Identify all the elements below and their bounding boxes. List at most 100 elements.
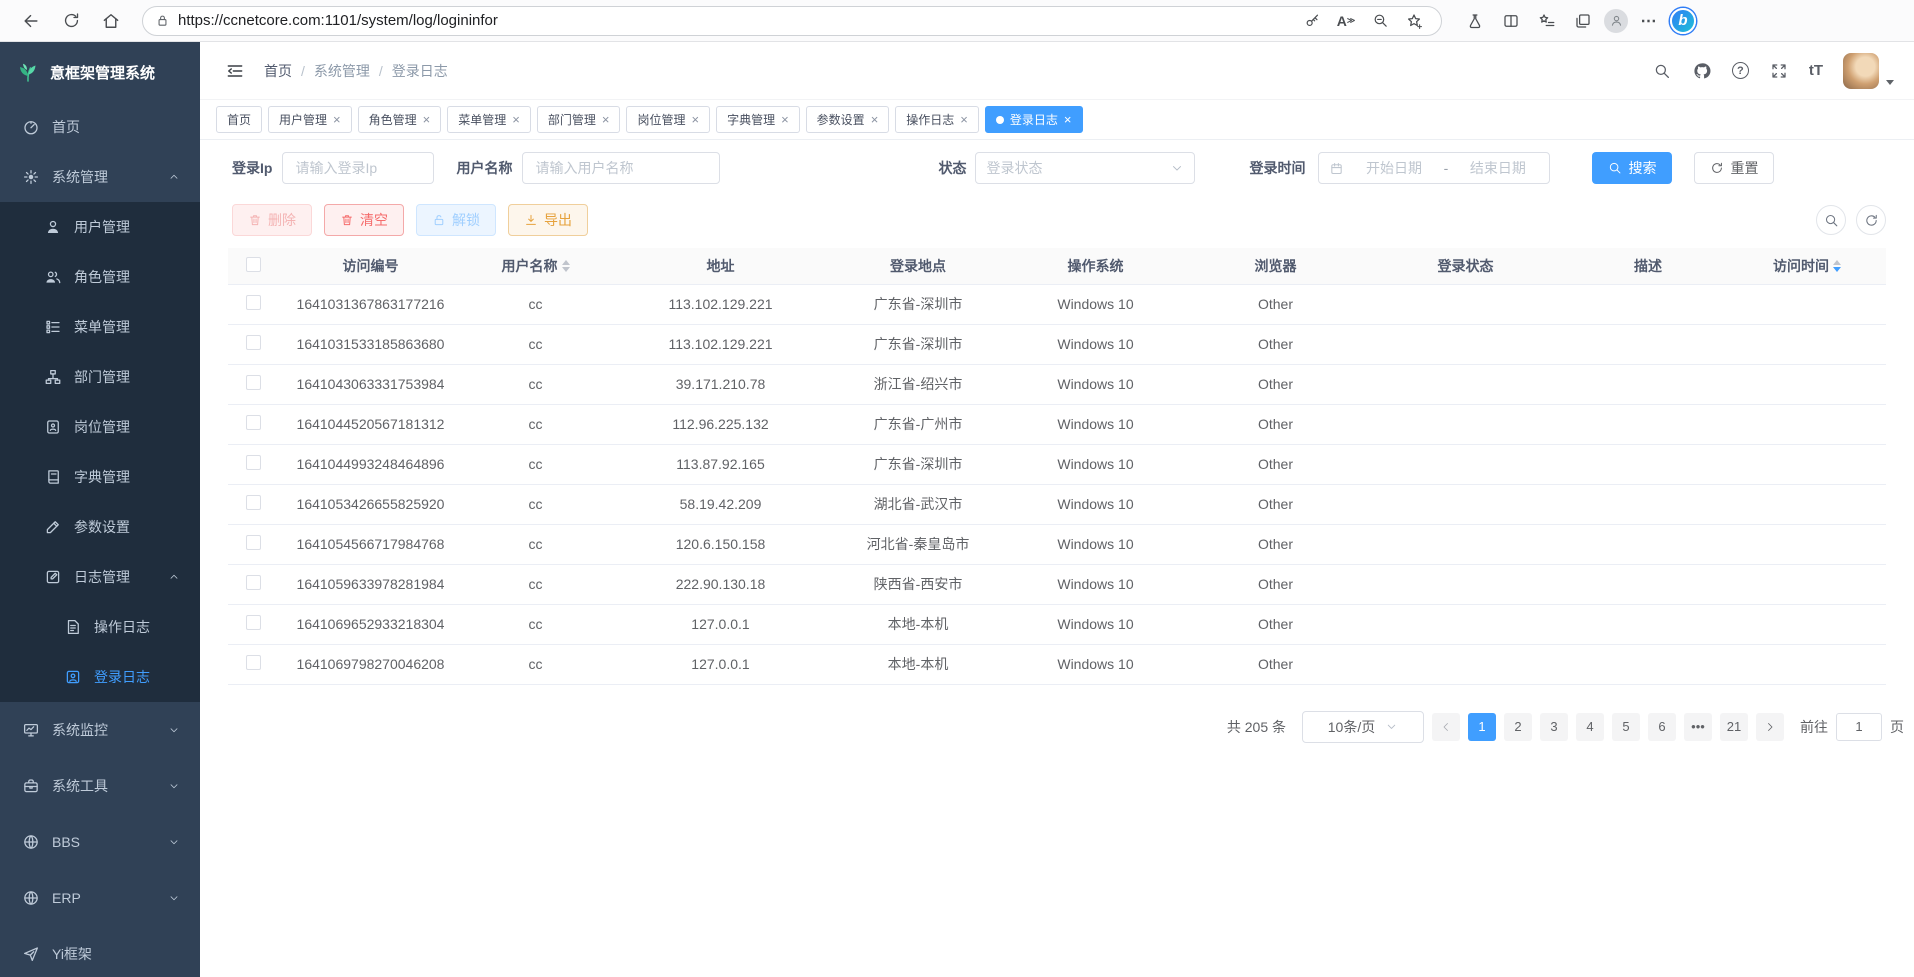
table-row[interactable]: 1641044520567181312cc112.96.225.132广东省-广…	[228, 404, 1886, 444]
row-checkbox[interactable]	[246, 335, 261, 350]
tab-参数设置[interactable]: 参数设置×	[806, 106, 890, 133]
row-checkbox[interactable]	[246, 295, 261, 310]
table-row[interactable]: 1641043063331753984cc39.171.210.78浙江省-绍兴…	[228, 364, 1886, 404]
sidebar-item-字典管理[interactable]: 字典管理	[0, 452, 200, 502]
prev-page-button[interactable]	[1432, 713, 1460, 741]
goto-page-input[interactable]	[1836, 713, 1882, 741]
tab-字典管理[interactable]: 字典管理×	[716, 106, 800, 133]
page-button-3[interactable]: 3	[1540, 713, 1568, 741]
favorites-bar-icon[interactable]	[1532, 6, 1562, 36]
导出-button[interactable]: 导出	[508, 204, 588, 236]
browser-back-icon[interactable]	[14, 6, 48, 36]
font-size-icon[interactable]: tT	[1809, 62, 1823, 79]
tab-首页[interactable]: 首页	[216, 106, 262, 133]
page-button-6[interactable]: 6	[1648, 713, 1676, 741]
sidebar-item-角色管理[interactable]: 角色管理	[0, 252, 200, 302]
table-row[interactable]: 1641031533185863680cc113.102.129.221广东省-…	[228, 324, 1886, 364]
user-name-input[interactable]	[522, 152, 720, 184]
select-all-checkbox[interactable]	[246, 257, 261, 272]
help-icon[interactable]: ?	[1732, 62, 1749, 79]
close-icon[interactable]: ×	[960, 113, 968, 126]
close-icon[interactable]: ×	[871, 113, 879, 126]
close-icon[interactable]: ×	[512, 113, 520, 126]
more-pages-button[interactable]: •••	[1684, 713, 1712, 741]
table-row[interactable]: 1641069652933218304cc127.0.0.1本地-本机Windo…	[228, 604, 1886, 644]
browser-profile-icon[interactable]	[1604, 9, 1628, 33]
row-checkbox[interactable]	[246, 535, 261, 550]
url-text[interactable]: https://ccnetcore.com:1101/system/log/lo…	[178, 12, 1289, 29]
page-button-1[interactable]: 1	[1468, 713, 1496, 741]
close-icon[interactable]: ×	[423, 113, 431, 126]
table-row[interactable]: 1641044993248464896cc113.87.92.165广东省-深圳…	[228, 444, 1886, 484]
sidebar-item-系统管理[interactable]: 系统管理	[0, 152, 200, 202]
breadcrumb-system[interactable]: 系统管理	[314, 61, 370, 81]
row-checkbox[interactable]	[246, 375, 261, 390]
fullscreen-icon[interactable]	[1769, 61, 1789, 81]
site-lock-icon[interactable]	[155, 13, 170, 28]
sidebar-item-用户管理[interactable]: 用户管理	[0, 202, 200, 252]
collections-icon[interactable]	[1568, 6, 1598, 36]
sidebar-item-日志管理[interactable]: 日志管理	[0, 552, 200, 602]
table-row[interactable]: 1641054566717984768cc120.6.150.158河北省-秦皇…	[228, 524, 1886, 564]
sidebar-item-首页[interactable]: 首页	[0, 102, 200, 152]
row-checkbox[interactable]	[246, 415, 261, 430]
tab-用户管理[interactable]: 用户管理×	[268, 106, 352, 133]
sidebar-item-岗位管理[interactable]: 岗位管理	[0, 402, 200, 452]
sidebar-item-参数设置[interactable]: 参数设置	[0, 502, 200, 552]
password-key-icon[interactable]	[1297, 6, 1327, 36]
login-ip-input[interactable]	[282, 152, 434, 184]
sidebar-item-系统监控[interactable]: 系统监控	[0, 702, 200, 758]
show-search-toggle-button[interactable]	[1816, 205, 1846, 235]
page-size-select[interactable]: 10条/页	[1302, 711, 1424, 743]
read-aloud-icon[interactable]: A≫	[1331, 6, 1361, 36]
tab-角色管理[interactable]: 角色管理×	[358, 106, 442, 133]
browser-home-icon[interactable]	[94, 6, 128, 36]
table-row[interactable]: 1641059633978281984cc222.90.130.18陕西省-西安…	[228, 564, 1886, 604]
sidebar-item-BBS[interactable]: BBS	[0, 814, 200, 870]
tab-岗位管理[interactable]: 岗位管理×	[626, 106, 710, 133]
sidebar-item-部门管理[interactable]: 部门管理	[0, 352, 200, 402]
favorite-star-icon[interactable]	[1399, 6, 1429, 36]
close-icon[interactable]: ×	[602, 113, 610, 126]
sidebar-item-登录日志[interactable]: 登录日志	[0, 652, 200, 702]
app-logo[interactable]: 意框架管理系统	[0, 42, 200, 102]
sidebar-item-菜单管理[interactable]: 菜单管理	[0, 302, 200, 352]
row-checkbox[interactable]	[246, 615, 261, 630]
github-icon[interactable]	[1692, 61, 1712, 81]
table-row[interactable]: 1641031367863177216cc113.102.129.221广东省-…	[228, 284, 1886, 324]
page-button-5[interactable]: 5	[1612, 713, 1640, 741]
browser-refresh-icon[interactable]	[54, 6, 88, 36]
page-button-2[interactable]: 2	[1504, 713, 1532, 741]
breadcrumb-home[interactable]: 首页	[264, 61, 292, 81]
sidebar-item-操作日志[interactable]: 操作日志	[0, 602, 200, 652]
search-button[interactable]: 搜索	[1592, 152, 1672, 184]
row-checkbox[interactable]	[246, 655, 261, 670]
table-row[interactable]: 1641069798270046208cc127.0.0.1本地-本机Windo…	[228, 644, 1886, 684]
browser-essentials-icon[interactable]	[1460, 6, 1490, 36]
close-icon[interactable]: ×	[781, 113, 789, 126]
refresh-table-button[interactable]	[1856, 205, 1886, 235]
copilot-icon[interactable]: b	[1670, 8, 1696, 34]
row-checkbox[interactable]	[246, 495, 261, 510]
column-header-用户名称[interactable]: 用户名称	[463, 248, 608, 284]
sidebar-item-系统工具[interactable]: 系统工具	[0, 758, 200, 814]
zoom-out-icon[interactable]	[1365, 6, 1395, 36]
row-checkbox[interactable]	[246, 575, 261, 590]
tab-部门管理[interactable]: 部门管理×	[537, 106, 621, 133]
menu-fold-icon[interactable]	[220, 56, 250, 86]
user-avatar[interactable]	[1843, 53, 1894, 89]
header-search-icon[interactable]	[1652, 61, 1672, 81]
next-page-button[interactable]	[1756, 713, 1784, 741]
tab-操作日志[interactable]: 操作日志×	[895, 106, 979, 133]
sort-carets-icon[interactable]	[562, 260, 570, 272]
sidebar-item-ERP[interactable]: ERP	[0, 870, 200, 926]
status-select[interactable]: 登录状态	[975, 152, 1195, 184]
page-button-21[interactable]: 21	[1720, 713, 1748, 741]
browser-more-icon[interactable]: ⋯	[1634, 6, 1664, 36]
sidebar-item-Yi框架[interactable]: Yi框架	[0, 926, 200, 977]
row-checkbox[interactable]	[246, 455, 261, 470]
table-row[interactable]: 1641053426655825920cc58.19.42.209湖北省-武汉市…	[228, 484, 1886, 524]
split-screen-icon[interactable]	[1496, 6, 1526, 36]
reset-button[interactable]: 重置	[1694, 152, 1774, 184]
tab-菜单管理[interactable]: 菜单管理×	[447, 106, 531, 133]
